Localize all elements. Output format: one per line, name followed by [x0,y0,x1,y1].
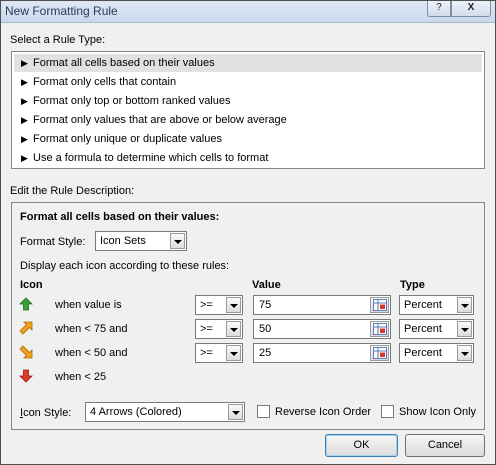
value-text: 25 [259,347,272,359]
help-button[interactable]: ? [427,1,451,17]
new-formatting-rule-dialog: New Formatting Rule ? X Select a Rule Ty… [0,0,496,465]
yellow-down-right-arrow-icon [19,345,33,359]
chevron-down-icon[interactable] [226,345,241,361]
type-select[interactable]: Percent [399,319,474,339]
show-icon-only-checkbox[interactable] [381,405,394,418]
triangle-right-icon: ▶ [21,134,28,144]
type-select[interactable]: Percent [399,295,474,315]
type-value: Percent [404,347,442,359]
rule-type-list[interactable]: ▶ Format all cells based on their values … [11,51,485,169]
operator-value: >= [200,323,213,335]
type-select[interactable]: Percent [399,343,474,363]
condition-label: when value is [55,299,122,311]
rule-type-label: Format all cells based on their values [33,57,215,69]
cell-reference-icon[interactable] [370,321,389,337]
value-text: 75 [259,299,272,311]
red-down-arrow-icon [19,369,33,383]
rule-type-label: Use a formula to determine which cells t… [33,152,269,164]
triangle-right-icon: ▶ [21,153,28,163]
operator-value: >= [200,299,213,311]
chevron-down-icon[interactable] [228,404,243,420]
chevron-down-icon[interactable] [170,233,185,249]
rule-type-label: Format only values that are above or bel… [33,114,287,126]
close-button[interactable]: X [451,1,491,17]
cell-reference-icon[interactable] [370,297,389,313]
value-input[interactable]: 50 [253,319,391,339]
condition-label: when < 25 [55,371,107,383]
green-up-arrow-icon [19,297,33,311]
reverse-icon-order-checkbox[interactable] [257,405,270,418]
value-column-header: Value [252,279,281,291]
cancel-button[interactable]: Cancel [405,434,485,457]
format-style-value: Icon Sets [100,235,146,247]
value-input[interactable]: 25 [253,343,391,363]
rule-type-item[interactable]: ▶ Use a formula to determine which cells … [14,149,482,167]
rule-type-heading: Select a Rule Type: [10,34,106,46]
rule-type-item[interactable]: ▶ Format only unique or duplicate values [14,130,482,148]
rule-description-panel: Format all cells based on their values: … [11,202,485,430]
operator-select[interactable]: >= [195,319,243,339]
chevron-down-icon[interactable] [226,321,241,337]
display-rules-label: Display each icon according to these rul… [20,260,230,272]
chevron-down-icon[interactable] [457,345,472,361]
rule-description-heading: Edit the Rule Description: [10,185,135,197]
chevron-down-icon[interactable] [457,297,472,313]
rule-type-label: Format only top or bottom ranked values [33,95,231,107]
operator-value: >= [200,347,213,359]
format-style-label: Format Style: [20,236,86,248]
condition-label: when < 75 and [55,323,128,335]
chevron-down-icon[interactable] [226,297,241,313]
icon-column-header: Icon [20,279,43,291]
triangle-right-icon: ▶ [21,77,28,87]
yellow-up-right-arrow-icon [19,321,33,335]
icon-style-label: Icon Style: [20,407,72,419]
show-icon-only-label: Show Icon Only [399,406,477,418]
condition-label: when < 50 and [55,347,128,359]
description-title: Format all cells based on their values: [20,211,220,223]
icon-style-value: 4 Arrows (Colored) [90,406,182,418]
value-text: 50 [259,323,272,335]
triangle-right-icon: ▶ [21,96,28,106]
icon-style-select[interactable]: 4 Arrows (Colored) [85,402,245,422]
reverse-icon-order-label: Reverse Icon Order [275,406,371,418]
rule-type-item[interactable]: ▶ Format only cells that contain [14,73,482,91]
rule-type-label: Format only cells that contain [33,76,177,88]
title-bar: New Formatting Rule ? X [1,1,495,23]
rule-type-item[interactable]: ▶ Format all cells based on their values [14,54,482,72]
operator-select[interactable]: >= [195,295,243,315]
type-column-header: Type [400,279,425,291]
operator-select[interactable]: >= [195,343,243,363]
format-style-select[interactable]: Icon Sets [95,231,187,251]
rule-type-label: Format only unique or duplicate values [33,133,222,145]
rule-type-item[interactable]: ▶ Format only top or bottom ranked values [14,92,482,110]
value-input[interactable]: 75 [253,295,391,315]
type-value: Percent [404,299,442,311]
triangle-right-icon: ▶ [21,115,28,125]
ok-button[interactable]: OK [325,434,398,457]
rule-type-item[interactable]: ▶ Format only values that are above or be… [14,111,482,129]
type-value: Percent [404,323,442,335]
chevron-down-icon[interactable] [457,321,472,337]
cell-reference-icon[interactable] [370,345,389,361]
window-title: New Formatting Rule [5,4,118,18]
triangle-right-icon: ▶ [21,58,28,68]
